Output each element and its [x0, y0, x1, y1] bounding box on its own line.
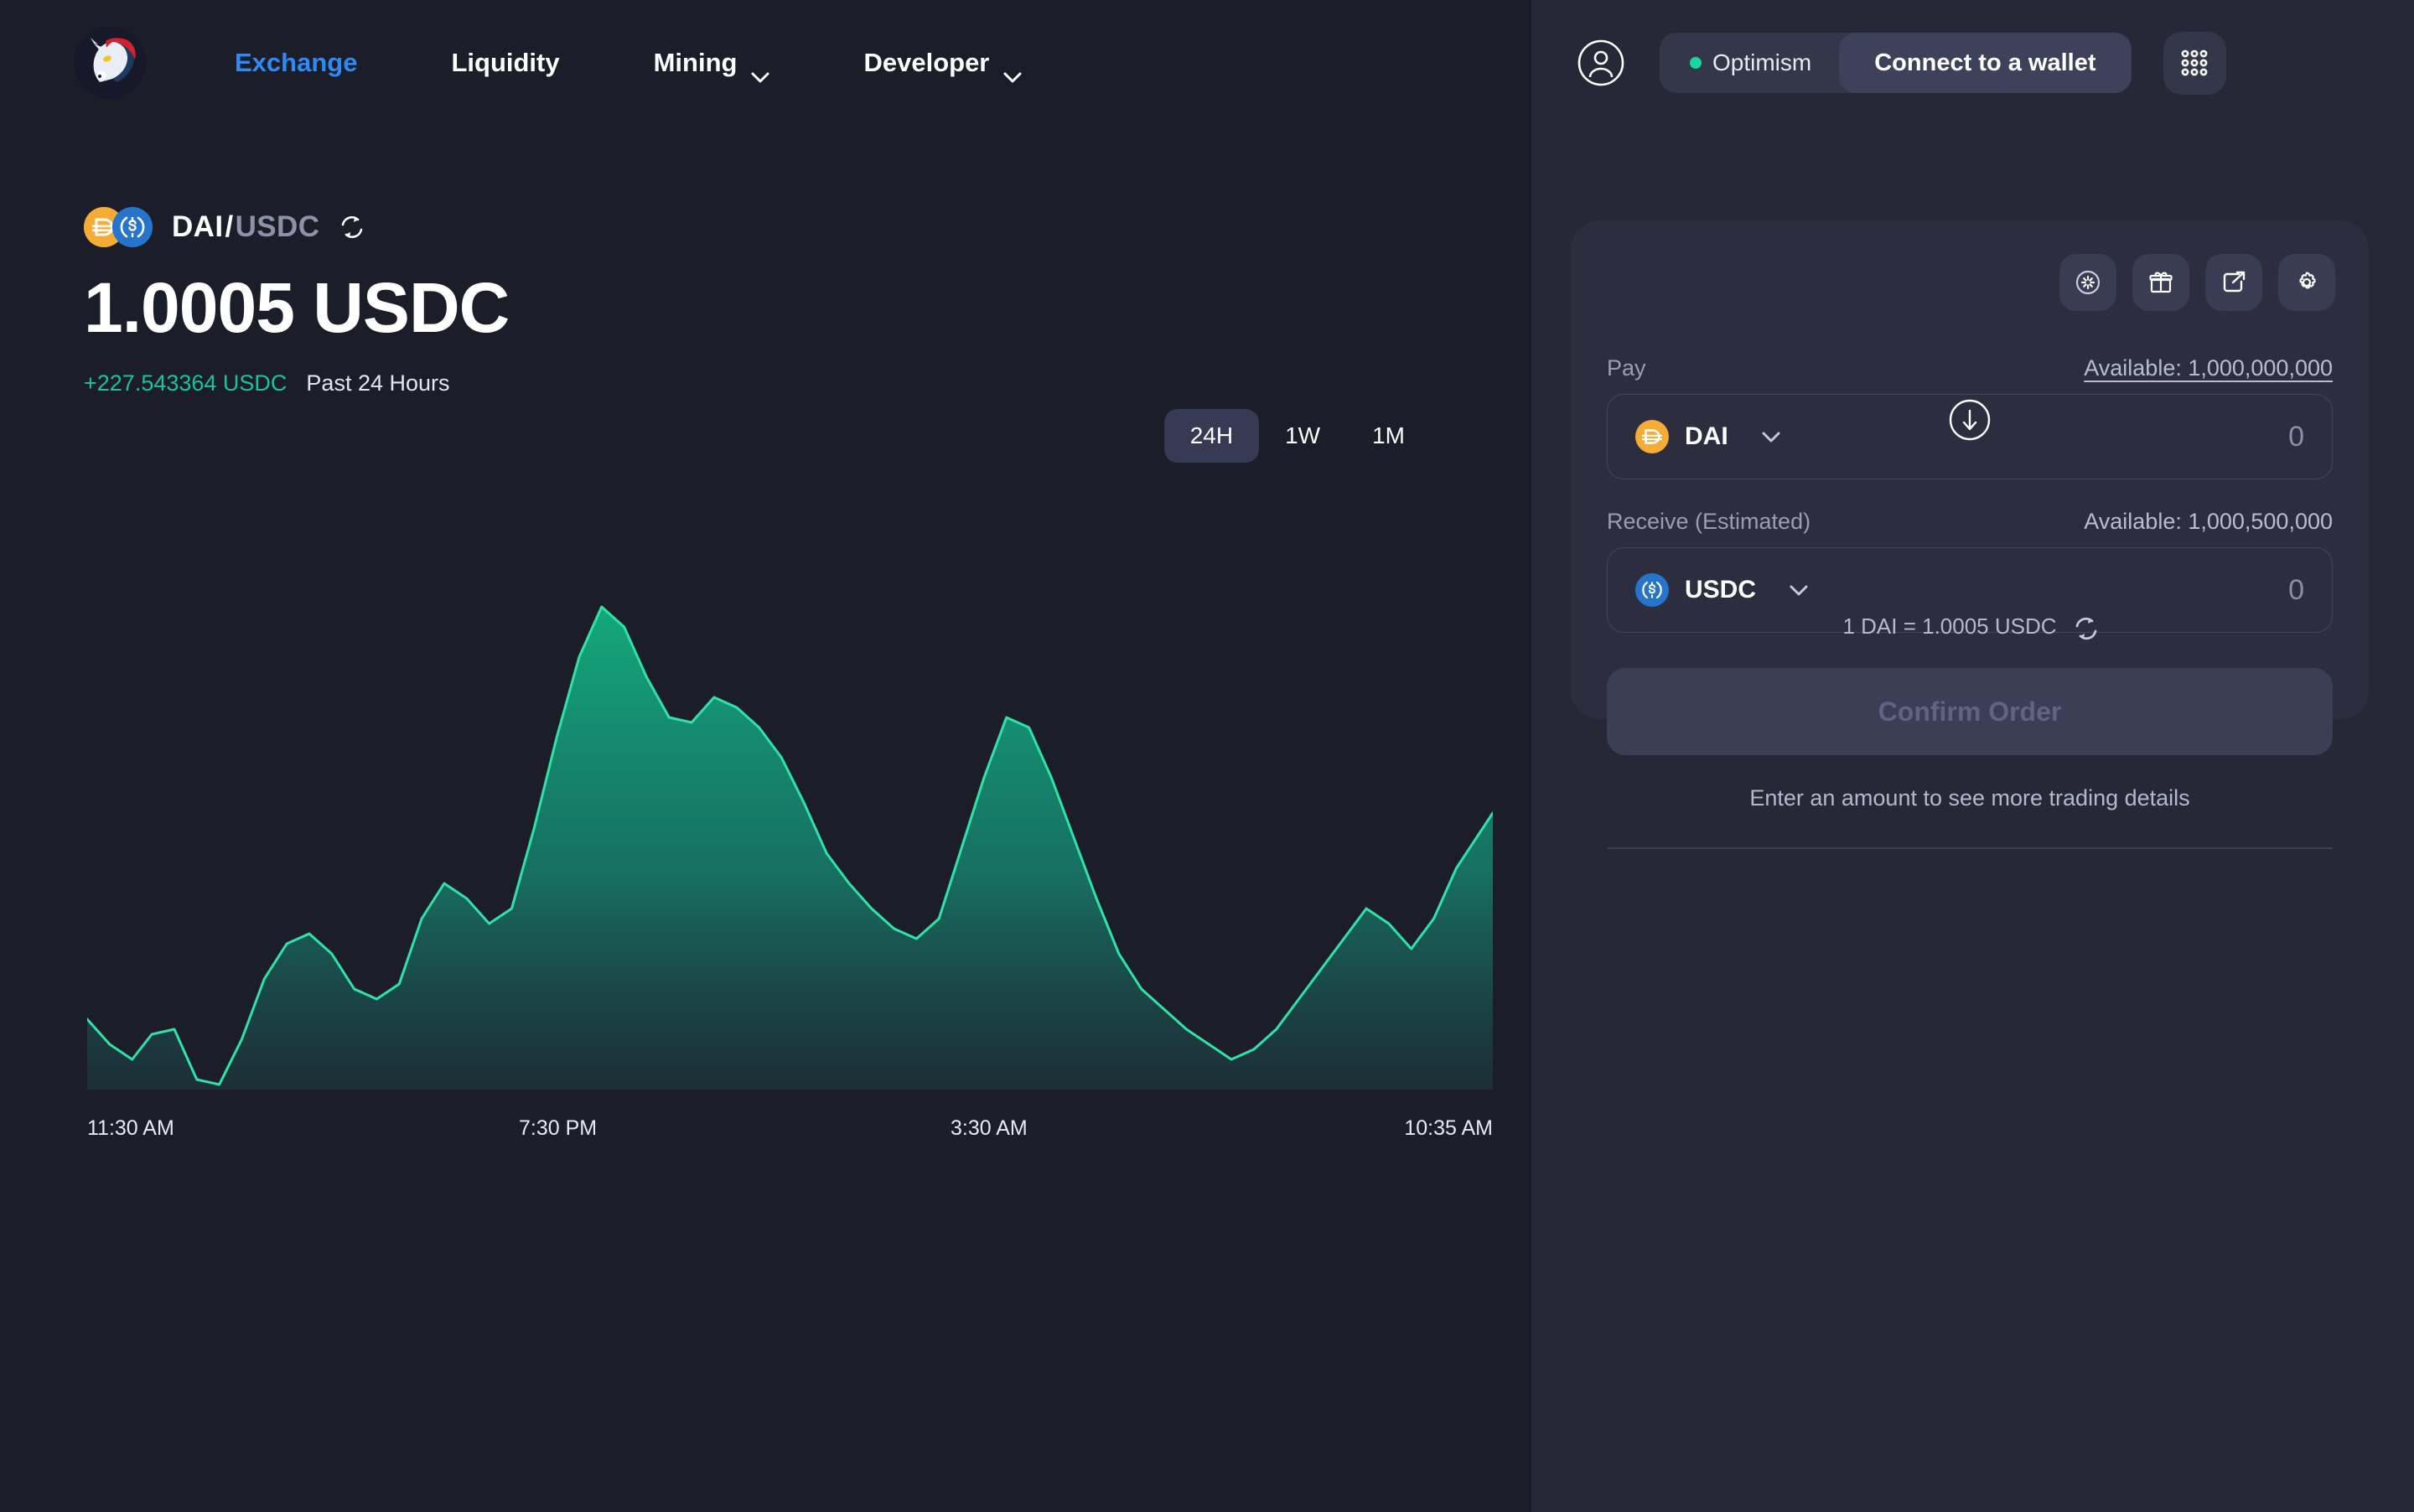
price-delta: +227.543364 USDC [84, 370, 288, 396]
confirm-order-label: Confirm Order [1878, 696, 2062, 727]
nav-item-exchange[interactable]: Exchange [235, 48, 357, 78]
page-title: 1.0005 USDC [84, 268, 510, 347]
share-icon[interactable] [2205, 254, 2262, 311]
network-selector[interactable]: Optimism Connect to a wallet [1660, 33, 2132, 93]
gift-icon[interactable] [2132, 254, 2189, 311]
x-tick-label: 10:35 AM [1404, 1116, 1493, 1140]
card-divider [1607, 847, 2333, 849]
pay-token-name: DAI [1685, 422, 1728, 450]
top-navigation: Exchange Liquidity Mining Developer [0, 0, 1531, 126]
pay-label-row: Pay Available: 1,000,000,000 [1607, 355, 2333, 381]
receive-token-name: USDC [1685, 576, 1757, 603]
chart-x-axis: 11:30 AM 7:30 PM 3:30 AM 10:35 AM [87, 1116, 1493, 1150]
nav-item-developer[interactable]: Developer [863, 48, 1022, 82]
x-tick-label: 7:30 PM [519, 1116, 598, 1140]
exchange-rate-row: 1 DAI = 1.0005 USDC [1571, 614, 2369, 639]
trading-details-hint: Enter an amount to see more trading deta… [1749, 785, 2190, 810]
range-tab-1m[interactable]: 1M [1346, 409, 1431, 463]
price-chart[interactable] [87, 587, 1493, 1090]
swap-refresh-icon[interactable] [2072, 614, 2097, 639]
pair-quote: USDC [235, 210, 320, 243]
connect-wallet-button[interactable]: Connect to a wallet [1839, 33, 2132, 93]
app-root: Exchange Liquidity Mining Developer DAI … [0, 0, 2414, 1512]
range-tab-1w[interactable]: 1W [1259, 409, 1346, 463]
nav-item-mining[interactable]: Mining [653, 48, 770, 82]
connect-wallet-label: Connect to a wallet [1874, 49, 2096, 76]
swap-refresh-icon[interactable] [338, 213, 366, 241]
pair-row: DAI / USDC [84, 207, 1531, 247]
range-tabs: 24H 1W 1M [1163, 409, 1431, 463]
nav-item-liquidity[interactable]: Liquidity [451, 48, 559, 78]
exchange-rate-text: 1 DAI = 1.0005 USDC [1842, 614, 2057, 639]
range-label: 1W [1285, 422, 1321, 448]
network-name: Optimism [1712, 49, 1812, 75]
nav-label: Developer [863, 48, 990, 77]
arrow-down-circle-icon[interactable] [1949, 399, 1991, 441]
range-label: 24H [1189, 422, 1234, 448]
range-label: 1M [1372, 422, 1405, 448]
network-status-dot [1690, 57, 1702, 69]
sidebar-panel: Optimism Connect to a wallet Pay Availab… [1531, 0, 2414, 1512]
pay-label: Pay [1607, 355, 1646, 381]
confirm-order-button[interactable]: Confirm Order [1607, 668, 2333, 755]
receive-available: Available: 1,000,500,000 [2084, 509, 2333, 534]
settings-icon[interactable] [2278, 254, 2335, 311]
usdc-coin-icon [1635, 573, 1669, 607]
price-delta-row: +227.543364 USDC Past 24 Hours [84, 370, 1531, 396]
dai-coin-icon [1635, 420, 1669, 453]
pay-available[interactable]: Available: 1,000,000,000 [2084, 355, 2333, 381]
pair-name: DAI / USDC [172, 210, 319, 244]
apps-grid-icon[interactable] [2163, 31, 2226, 95]
x-tick-label: 3:30 AM [951, 1116, 1028, 1140]
wallet-bar: Optimism Connect to a wallet [1531, 0, 2414, 126]
nav-label: Exchange [235, 48, 358, 77]
nav-label: Liquidity [451, 48, 560, 77]
receive-amount-input[interactable]: 0 [2288, 574, 2304, 607]
chevron-down-icon [1003, 60, 1022, 82]
receive-label-row: Receive (Estimated) Available: 1,000,500… [1607, 509, 2333, 535]
partial-fill-icon[interactable] [2059, 254, 2116, 311]
main-panel: Exchange Liquidity Mining Developer DAI … [0, 0, 1531, 1512]
swap-card: Pay Available: 1,000,000,000 DAI 0 Recei… [1571, 220, 2369, 849]
range-tab-24h[interactable]: 24H [1163, 409, 1260, 463]
pair-summary: DAI / USDC 1.0005 USDC +227.543364 USDC … [0, 126, 1531, 396]
x-tick-label: 11:30 AM [87, 1116, 174, 1140]
nav-label: Mining [653, 48, 738, 77]
chevron-down-icon [751, 60, 769, 82]
pay-amount-input[interactable]: 0 [2288, 421, 2304, 453]
user-avatar-icon[interactable] [1577, 39, 1624, 86]
swap-card-actions [2059, 254, 2335, 311]
usdc-coin-icon [112, 207, 153, 247]
nav-links: Exchange Liquidity Mining Developer [235, 48, 1116, 82]
price-period: Past 24 Hours [306, 370, 450, 396]
chevron-down-icon[interactable] [1790, 585, 1808, 596]
unicorn-logo-icon[interactable] [74, 27, 146, 99]
pair-base: DAI [172, 210, 224, 243]
receive-label: Receive (Estimated) [1607, 509, 1811, 534]
pair-separator: / [225, 210, 234, 243]
chevron-down-icon[interactable] [1762, 432, 1780, 443]
